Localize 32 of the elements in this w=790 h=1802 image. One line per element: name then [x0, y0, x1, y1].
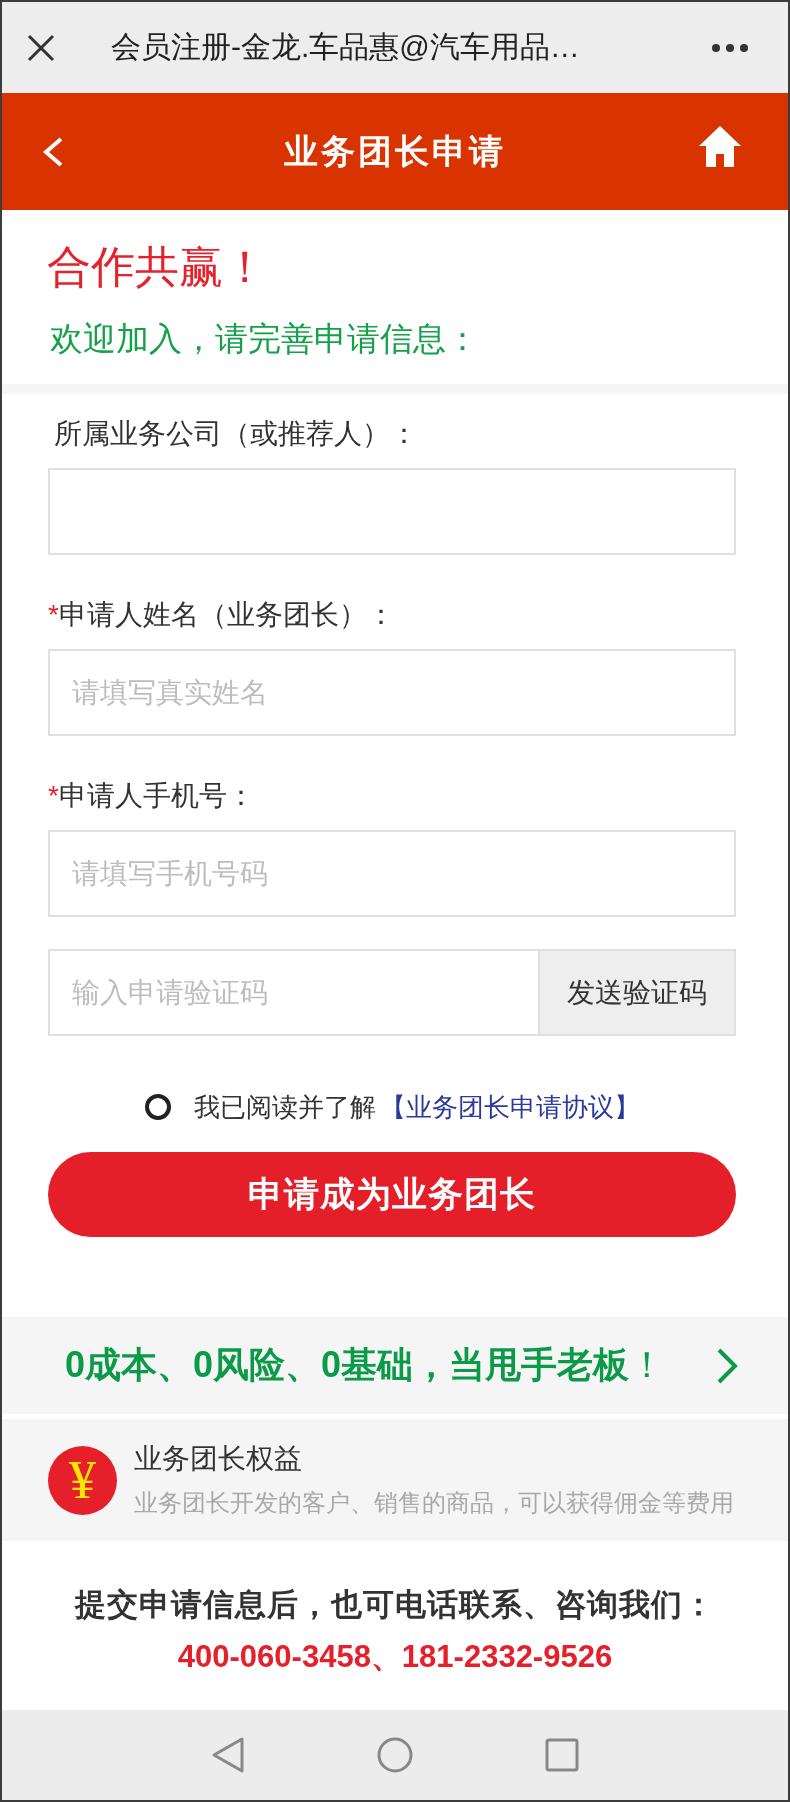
field-label: 所属业务公司（或推荐人）： — [54, 417, 418, 451]
nav-back-icon[interactable] — [210, 1736, 246, 1774]
required-mark: * — [48, 598, 59, 632]
code-input-field[interactable]: 输入申请验证码 — [48, 949, 538, 1036]
phone-numbers: 400-060-3458、181-2332-9526 — [177, 1638, 613, 1676]
text-input-field[interactable]: 请填写手机号码 — [48, 830, 736, 917]
intro-subtitle: 欢迎加入，请完善申请信息： — [50, 319, 480, 359]
field-label: 申请人姓名（业务团长）： — [58, 598, 395, 632]
text-input-field[interactable] — [48, 468, 736, 555]
yen-icon: ¥ — [48, 1445, 117, 1515]
agreement-link[interactable]: 【业务团长申请协议】 — [379, 1089, 640, 1125]
benefit-title: 业务团长权益 — [134, 1442, 303, 1476]
home-icon[interactable] — [698, 124, 742, 167]
nav-recents-icon[interactable] — [544, 1736, 580, 1774]
field-label: 申请人手机号： — [58, 779, 255, 813]
headline: 合作共赢！ — [47, 241, 268, 293]
close-icon[interactable] — [27, 33, 55, 62]
header-title: 业务团长申请 — [284, 130, 506, 172]
submit-button[interactable]: 申请成为业务团长 — [48, 1152, 736, 1237]
promo-text: 0成本、0风险、0基础，当甩手老板！ — [65, 1343, 666, 1387]
benefit-description: 业务团长开发的客户、销售的商品，可以获得佣金等费用 — [134, 1488, 734, 1518]
agreement-radio[interactable] — [144, 1094, 171, 1120]
nav-home-icon[interactable] — [377, 1736, 413, 1774]
send-code-button[interactable]: 发送验证码 — [538, 949, 736, 1036]
browser-title: 会员注册-金龙.车品惠@汽车用品… — [111, 29, 580, 65]
chevron-right-icon — [716, 1346, 738, 1385]
agreement-text: 我已阅读并了解 — [193, 1090, 376, 1124]
text-input-field[interactable]: 请填写真实姓名 — [48, 649, 736, 736]
required-mark: * — [48, 779, 59, 813]
contact-prompt: 提交申请信息后，也可电话联系、咨询我们： — [75, 1586, 715, 1624]
more-icon[interactable] — [712, 43, 748, 52]
back-icon[interactable] — [42, 136, 64, 167]
